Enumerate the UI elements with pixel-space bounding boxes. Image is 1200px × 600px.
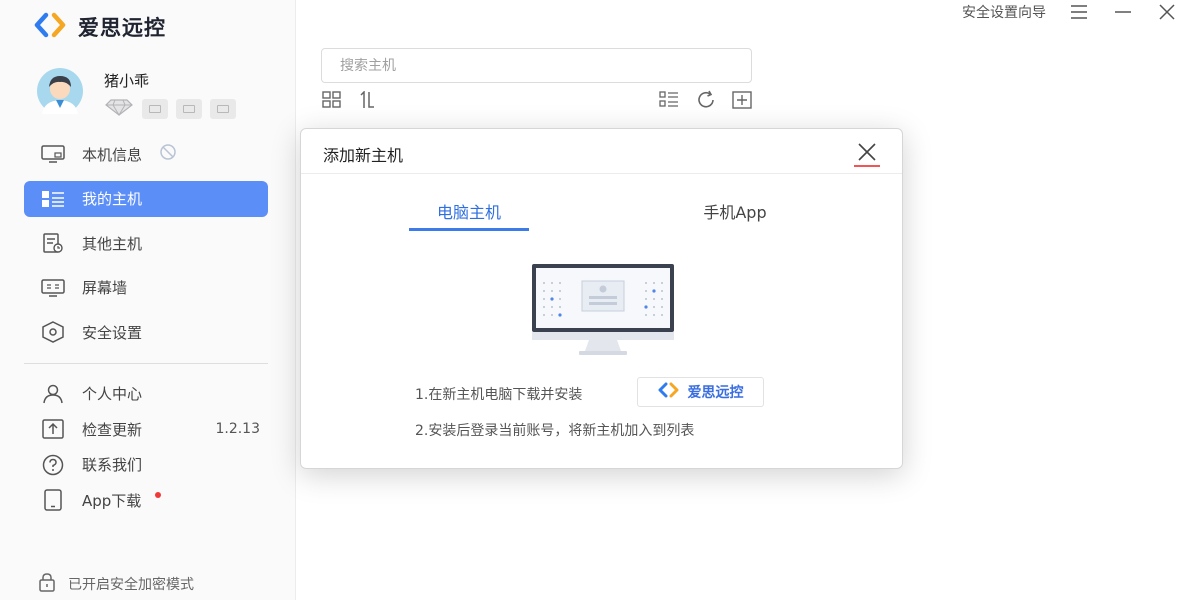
other-hosts-icon <box>40 232 66 254</box>
sidebar: 爱思远控 猪小乖 本机信息 我的主机 其他主机 屏幕墙 安全设置 个人中心 检查… <box>0 0 296 600</box>
computer-illustration <box>529 261 677 361</box>
screen-wall-icon <box>40 277 66 299</box>
sidebar-item-local-info[interactable]: 本机信息 <box>24 136 268 172</box>
active-tab-indicator <box>409 228 529 231</box>
dialog-divider <box>301 173 902 174</box>
version-number: 1.2.13 <box>215 421 260 438</box>
sidebar-item-label: App下载 <box>82 491 142 510</box>
app-logo: 爱思远控 <box>34 12 166 42</box>
person-icon <box>40 383 66 405</box>
update-icon <box>40 418 66 440</box>
aisi-logo-icon <box>658 382 680 402</box>
sidebar-item-label: 本机信息 <box>82 145 143 164</box>
sidebar-item-label: 检查更新 <box>82 420 143 439</box>
install-step-2: 2.安装后登录当前账号，将新主机加入到列表 <box>415 423 695 439</box>
sidebar-item-label: 安全设置 <box>82 323 143 342</box>
sidebar-item-label: 其他主机 <box>82 234 143 253</box>
card-icon[interactable] <box>142 99 168 119</box>
sidebar-divider <box>24 363 268 364</box>
add-host-icon[interactable] <box>731 90 753 110</box>
tab-pc-host[interactable]: 电脑主机 <box>409 199 529 223</box>
grid-view-icon[interactable] <box>321 90 343 110</box>
phone-icon <box>40 489 66 511</box>
dialog-title: 添加新主机 <box>323 146 404 165</box>
my-hosts-icon <box>40 188 66 210</box>
device-icon[interactable] <box>176 99 202 119</box>
secure-mode-status: 已开启安全加密模式 <box>38 572 194 596</box>
search-input[interactable] <box>321 48 752 83</box>
user-badges <box>104 97 236 121</box>
close-icon[interactable] <box>852 139 882 167</box>
close-window-icon[interactable] <box>1156 1 1178 23</box>
minimize-icon[interactable] <box>1112 1 1134 23</box>
monitor-icon <box>40 143 66 165</box>
hidden-status-icon <box>158 142 178 166</box>
sidebar-item-label: 我的主机 <box>82 190 143 208</box>
list-icon[interactable] <box>210 99 236 119</box>
sidebar-item-personal-center[interactable]: 个人中心 <box>24 376 268 412</box>
avatar[interactable] <box>30 68 90 114</box>
sidebar-item-label: 个人中心 <box>82 385 143 404</box>
list-view-icon[interactable] <box>658 90 680 110</box>
diamond-icon[interactable] <box>104 97 134 121</box>
help-icon <box>40 454 66 476</box>
sidebar-item-other-hosts[interactable]: 其他主机 <box>24 225 268 261</box>
sidebar-item-contact-us[interactable]: 联系我们 <box>24 447 268 483</box>
sidebar-nav: 本机信息 我的主机 其他主机 屏幕墙 安全设置 <box>24 136 268 359</box>
notification-dot <box>155 491 161 498</box>
lock-icon <box>38 572 56 596</box>
security-icon <box>40 321 66 343</box>
sidebar-item-my-hosts[interactable]: 我的主机 <box>24 180 268 217</box>
refresh-icon[interactable] <box>695 90 717 110</box>
sort-icon[interactable] <box>357 90 379 110</box>
sidebar-item-check-update[interactable]: 检查更新 1.2.13 <box>24 412 268 448</box>
add-host-dialog: 添加新主机 电脑主机 手机App 1.在新主机电脑下载并安装 爱思远控 2.安装… <box>300 128 903 469</box>
secure-mode-text: 已开启安全加密模式 <box>68 577 194 593</box>
sidebar-item-screen-wall[interactable]: 屏幕墙 <box>24 270 268 306</box>
window-controls: 安全设置向导 <box>962 1 1178 23</box>
install-step-1: 1.在新主机电脑下载并安装 <box>415 387 583 403</box>
sidebar-item-security[interactable]: 安全设置 <box>24 314 268 350</box>
sidebar-item-app-download[interactable]: App下载 <box>24 483 268 519</box>
aisi-logo-icon <box>34 12 70 42</box>
app-name: 爱思远控 <box>78 16 166 40</box>
menu-icon[interactable] <box>1068 1 1090 23</box>
download-app-button[interactable]: 爱思远控 <box>637 377 764 407</box>
tab-mobile-app[interactable]: 手机App <box>675 199 795 223</box>
download-app-label: 爱思远控 <box>687 385 744 401</box>
sidebar-item-label: 屏幕墙 <box>82 279 128 297</box>
user-profile: 猪小乖 <box>30 68 236 121</box>
sidebar-bottom-nav: 个人中心 检查更新 1.2.13 联系我们 App下载 <box>24 376 268 518</box>
username: 猪小乖 <box>104 72 150 90</box>
sidebar-item-label: 联系我们 <box>82 456 143 475</box>
security-wizard-link[interactable]: 安全设置向导 <box>962 2 1046 22</box>
